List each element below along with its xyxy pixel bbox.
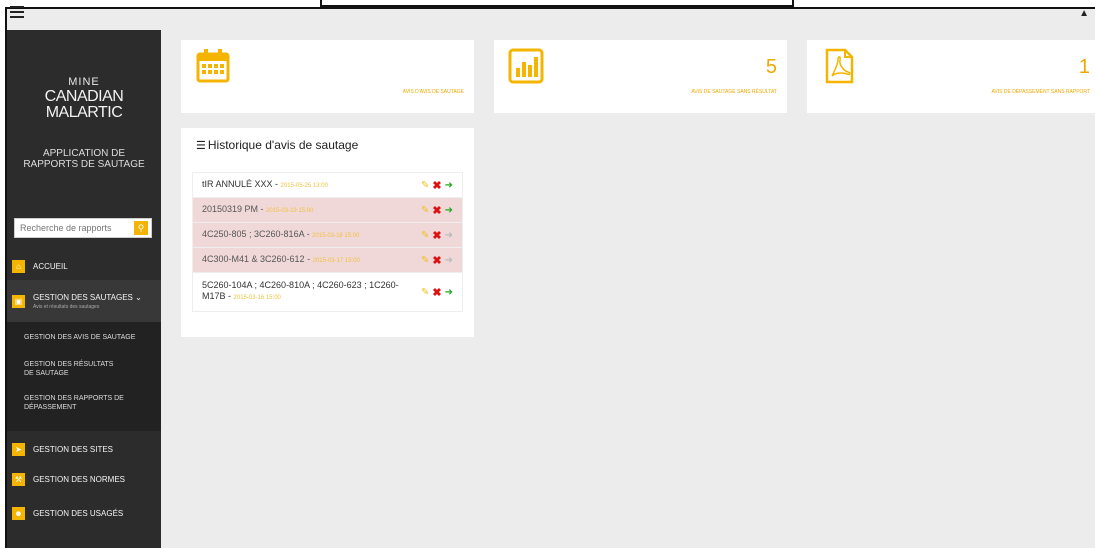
delete-icon[interactable]: ✖ (432, 254, 441, 267)
sign-in-icon[interactable]: ➜ (445, 205, 453, 216)
search-input[interactable] (15, 219, 134, 237)
subnav-item-rapports[interactable]: GESTION DES RAPPORTS DE DÉPASSEMENT (24, 394, 124, 412)
pdf-icon (825, 48, 854, 84)
logo-line-3: MALARTIC (45, 104, 123, 121)
delete-icon[interactable]: ✖ (432, 179, 441, 192)
sidebar-item-sites[interactable]: ➤ GESTION DES SITES (7, 438, 161, 460)
sign-in-icon[interactable]: ➜ (445, 230, 453, 241)
sidebar-item-label: GESTION DES SAUTAGES ⌄ (33, 292, 142, 302)
list-item[interactable]: 20150319 PM - 2015-03-19 15:00 ✎ ✖ ➜ (193, 198, 462, 223)
edit-icon[interactable]: ✎ (421, 230, 429, 241)
search-box: ⚲ (14, 218, 152, 238)
list-item[interactable]: 4C300-M41 & 3C260-612 - 2015-03-17 15:00… (193, 248, 462, 273)
stat-label: AVIS D'AVIS DE SAUTAGE (402, 89, 464, 95)
row-date: 2015-03-19 15:00 (266, 207, 314, 214)
delete-icon[interactable]: ✖ (432, 286, 441, 299)
row-date: 2015-03-17 15:00 (312, 257, 360, 264)
sautages-subnav: GESTION DES AVIS DE SAUTAGE GESTION DES … (7, 322, 161, 431)
row-date: 2015-03-16 15:00 (233, 295, 281, 301)
sidebar: MINE CANADIAN MALARTIC APPLICATION DE RA… (7, 30, 161, 548)
user-icon[interactable]: ▲ (1079, 8, 1089, 19)
list-item[interactable]: 4C250-805 ; 3C260-816A - 2015-03-18 15:0… (193, 223, 462, 248)
edit-icon[interactable]: ✎ (421, 287, 429, 298)
logo-line-2: CANADIAN (44, 88, 124, 105)
stat-label: AVIS DE DÉPASSEMENT SANS RAPPORT (991, 89, 1090, 95)
stat-value: 5 (765, 56, 777, 78)
delete-icon[interactable]: ✖ (432, 204, 441, 217)
sidebar-item-label: GESTION DES SITES (33, 444, 114, 454)
sign-in-icon[interactable]: ➜ (445, 255, 453, 266)
sidebar-item-sublabel: Avis et résultats des sautages (33, 303, 100, 310)
list-icon: ☰ (196, 139, 206, 152)
row-text: 4C250-805 ; 3C260-816A - 2015-03-18 15:0… (202, 228, 360, 239)
bar-chart-icon (508, 48, 544, 84)
sign-in-icon[interactable]: ➜ (445, 180, 453, 191)
history-list: tIR ANNULÉ XXX - 2015-05-25 13:00 ✎ ✖ ➜ … (192, 172, 463, 312)
row-date: 2015-03-18 15:00 (312, 232, 360, 239)
sidebar-item-usages[interactable]: ☻ GESTION DES USAGÉS (7, 502, 161, 524)
subnav-item-avis[interactable]: GESTION DES AVIS DE SAUTAGE (24, 333, 154, 342)
row-text: 20150319 PM - 2015-03-19 15:00 (202, 203, 314, 214)
home-icon: ⌂ (12, 259, 25, 273)
edit-icon[interactable]: ✎ (421, 205, 429, 216)
row-date: 2015-05-25 13:00 (280, 182, 328, 189)
history-panel: ☰ Historique d'avis de sautage tIR ANNUL… (181, 128, 474, 337)
sidebar-item-gestion-sautages[interactable]: ▣ GESTION DES SAUTAGES ⌄ Avis et résulta… (7, 280, 161, 322)
stat-label: AVIS DE SAUTAGE SANS RÉSULTAT (691, 89, 777, 95)
app-title-line-1: APPLICATION DE (42, 148, 126, 159)
edit-icon[interactable]: ✎ (421, 180, 429, 191)
history-title: ☰ Historique d'avis de sautage (196, 138, 358, 152)
location-icon: ➤ (12, 442, 25, 456)
stat-card-resultats[interactable]: 5 AVIS DE SAUTAGE SANS RÉSULTAT (494, 40, 787, 113)
top-tab-bar (320, 0, 794, 7)
list-item[interactable]: 5C260-104A ; 4C260-810A ; 4C260-623 ; 1C… (193, 273, 462, 311)
sidebar-item-normes[interactable]: ⚒ GESTION DES NORMES (7, 468, 161, 490)
search-button[interactable]: ⚲ (134, 221, 148, 235)
stat-card-avis[interactable]: AVIS D'AVIS DE SAUTAGE (181, 40, 474, 113)
sidebar-item-label: ACCUEIL (33, 261, 68, 271)
edit-icon[interactable]: ✎ (421, 255, 429, 266)
list-item[interactable]: tIR ANNULÉ XXX - 2015-05-25 13:00 ✎ ✖ ➜ (193, 173, 462, 198)
hamburger-menu-icon[interactable] (10, 6, 24, 18)
delete-icon[interactable]: ✖ (432, 229, 441, 242)
row-text: tIR ANNULÉ XXX - 2015-05-25 13:00 (202, 178, 328, 189)
app-title: APPLICATION DE RAPPORTS DE SAUTAGE (7, 148, 161, 170)
logo-line-1: MINE (68, 76, 100, 88)
history-title-text: Historique d'avis de sautage (207, 138, 359, 152)
company-logo: MINE CANADIAN MALARTIC (7, 77, 161, 121)
users-icon: ☻ (12, 506, 25, 520)
sidebar-item-label: GESTION DES USAGÉS (33, 508, 124, 518)
row-text: 4C300-M41 & 3C260-612 - 2015-03-17 15:00 (202, 253, 360, 264)
sidebar-item-label: GESTION DES NORMES (33, 474, 126, 484)
gavel-icon: ⚒ (12, 472, 25, 486)
app-title-line-2: RAPPORTS DE SAUTAGE (23, 159, 145, 170)
calendar-icon (196, 49, 230, 83)
folder-icon: ▣ (12, 294, 25, 308)
sign-in-icon[interactable]: ➜ (445, 287, 453, 298)
subnav-item-resultats[interactable]: GESTION DES RÉSULTATS DE SAUTAGE (24, 360, 124, 378)
sidebar-item-accueil[interactable]: ⌂ ACCUEIL (7, 255, 161, 277)
stat-value: 1 (1078, 56, 1090, 78)
row-text: 5C260-104A ; 4C260-810A ; 4C260-623 ; 1C… (202, 280, 399, 301)
stat-card-depassement[interactable]: 1 AVIS DE DÉPASSEMENT SANS RAPPORT (807, 40, 1095, 113)
